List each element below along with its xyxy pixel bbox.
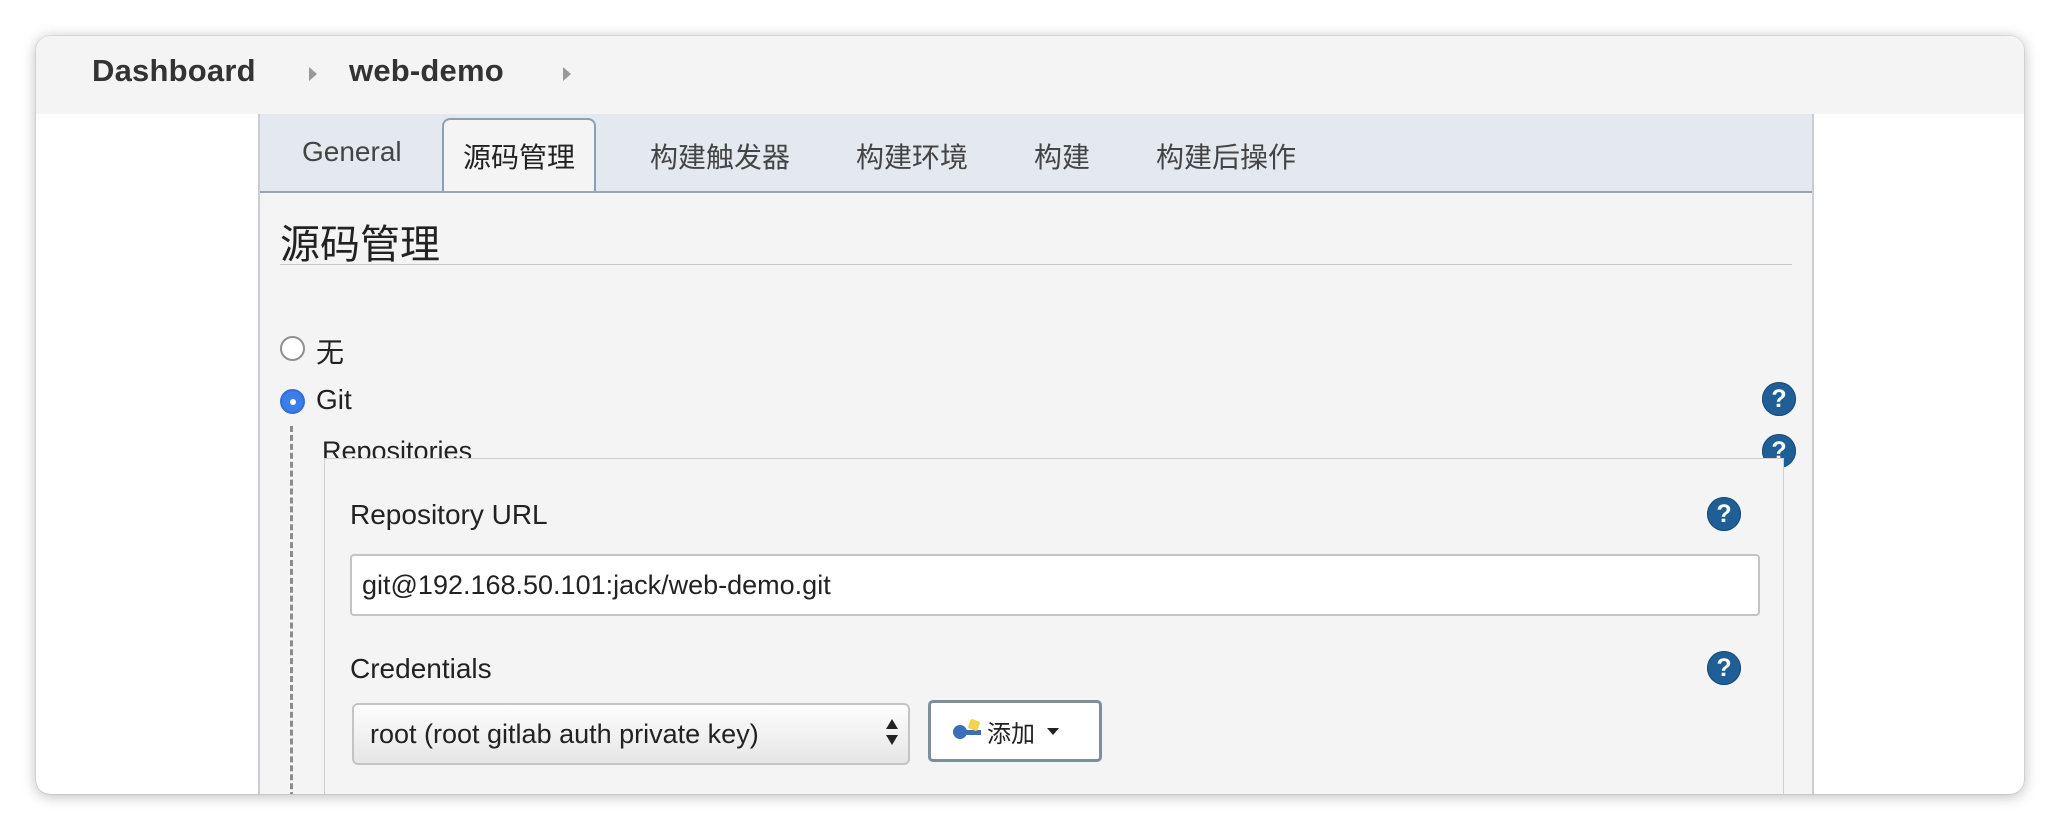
git-section-indent-line [290, 426, 293, 794]
radio-none-label: 无 [316, 337, 345, 368]
tab-general[interactable]: General [302, 136, 402, 168]
tab-post-build-actions[interactable]: 构建后操作 [1156, 136, 1296, 176]
breadcrumb-bar: Dashboard web-demo [36, 36, 2024, 114]
section-title: 源码管理 [280, 223, 440, 267]
caret-down-icon [1047, 727, 1059, 735]
breadcrumb-dashboard[interactable]: Dashboard [92, 53, 256, 89]
help-icon[interactable]: ? [1707, 651, 1741, 685]
credentials-select[interactable]: root (root gitlab auth private key) [352, 703, 910, 765]
help-icon[interactable]: ? [1707, 497, 1741, 531]
section-divider [280, 264, 1792, 265]
repository-entry: Repository URL ? git@192.168.50.101:jack… [324, 458, 1784, 794]
radio-git[interactable] [280, 389, 305, 414]
add-button-label: 添加 [987, 720, 1035, 748]
app-window: Dashboard web-demo General 源码管理 构建触发器 构建… [36, 36, 2024, 794]
tab-build-triggers[interactable]: 构建触发器 [650, 136, 790, 176]
chevron-right-icon[interactable] [563, 67, 571, 81]
credentials-label: Credentials [350, 653, 492, 684]
key-icon [953, 718, 985, 742]
tab-bar: General 源码管理 构建触发器 构建环境 构建 构建后操作 [260, 114, 1812, 193]
repository-url-input[interactable]: git@192.168.50.101:jack/web-demo.git [350, 554, 1760, 616]
repository-url-label: Repository URL [350, 499, 548, 530]
tab-source-code-management[interactable]: 源码管理 [442, 118, 596, 191]
radio-none[interactable] [280, 336, 305, 361]
credentials-selected-value: root (root gitlab auth private key) [370, 719, 759, 749]
add-credentials-button[interactable]: 添加 [928, 700, 1102, 762]
chevron-right-icon[interactable] [309, 67, 317, 81]
config-panel: General 源码管理 构建触发器 构建环境 构建 构建后操作 源码管理 无 … [258, 114, 1814, 794]
select-arrows-icon [886, 719, 898, 749]
breadcrumb-web-demo[interactable]: web-demo [349, 53, 504, 89]
radio-git-label: Git [316, 384, 352, 415]
help-icon[interactable]: ? [1762, 382, 1796, 416]
tab-build[interactable]: 构建 [1034, 136, 1090, 176]
tab-build-environment[interactable]: 构建环境 [856, 136, 968, 176]
